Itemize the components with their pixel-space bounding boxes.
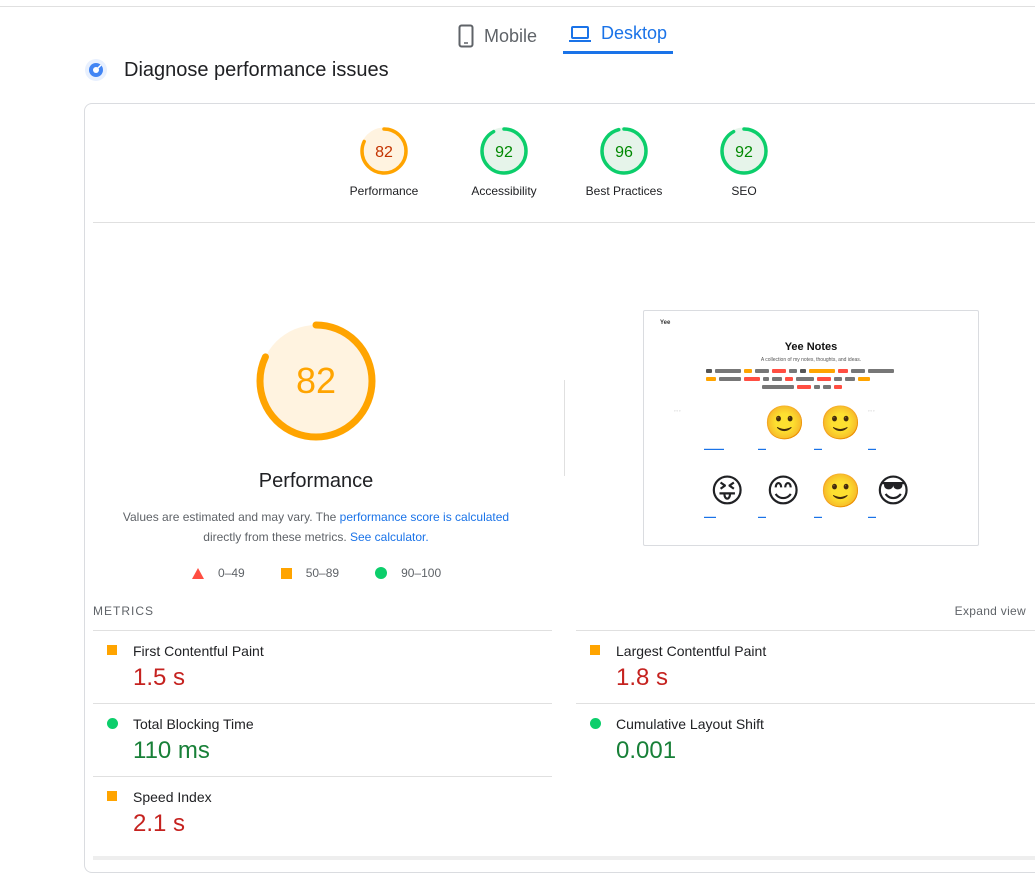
screenshot-card-text-8: ▬▬ [868,514,876,519]
gauge-accessibility-ring: 92 [480,127,528,175]
legend-pass: 90–100 [375,566,441,580]
legend-fail: 0–49 [192,566,245,580]
gauge-performance-ring: 82 [360,127,408,175]
category-gauges: 82 Performance 92 Accessibility 96 Best … [324,126,804,198]
gauge-best-practices[interactable]: 96 Best Practices [564,126,684,198]
metric-value: 1.8 s [616,664,669,691]
square-icon [107,645,117,655]
square-icon [280,567,292,579]
metric-name: Largest Contentful Paint [616,643,767,659]
section-header: Diagnose performance issues [84,58,389,82]
screenshot-tags-row-1 [706,369,922,373]
metric-total-blocking-time: Total Blocking Time 110 ms [93,716,552,776]
legend-average: 50–89 [280,566,340,580]
metric-name: First Contentful Paint [133,643,264,659]
metric-value: 1.5 s [133,664,186,691]
metric-name: Speed Index [133,789,212,805]
top-divider [0,6,1035,7]
metrics-divider-left-2 [93,703,552,704]
screenshot-card-text-2: ▬▬ [758,446,766,451]
square-icon [107,791,117,801]
page-title: Diagnose performance issues [124,58,389,81]
metrics-divider-left-1 [93,630,552,631]
tab-mobile-label: Mobile [484,25,538,46]
screenshot-tags-row-3 [762,385,882,389]
performance-main-score: 82 [296,360,336,401]
screenshot-broken-image-2: ▫ ▫ ▫ [868,408,875,413]
tab-desktop-label: Desktop [601,23,668,43]
score-note: Values are estimated and may vary. The p… [110,507,522,547]
gauge-divider [93,222,1035,223]
gauge-accessibility-label: Accessibility [471,184,537,198]
metric-name: Cumulative Layout Shift [616,716,764,732]
screenshot-card-text-1: ▬▬▬▬▬ [704,446,724,451]
gauge-performance-label: Performance [349,184,419,198]
screenshot-card-text-5: ▬▬▬ [704,514,716,519]
screenshot-emoji-5: 🙂 [820,472,862,509]
metrics-divider-left-3 [93,776,552,777]
circle-icon [590,718,601,729]
metric-speed-index: Speed Index 2.1 s [93,789,552,849]
gauge-seo-ring: 92 [720,127,768,175]
gauge-performance[interactable]: 82 Performance [324,126,444,198]
metric-value: 2.1 s [133,810,186,837]
screenshot-title: Yee Notes [784,341,838,353]
screenshot-card-text-7: ▬▬ [814,514,822,519]
circle-icon [375,567,388,579]
gauge-best-practices-label: Best Practices [585,184,663,198]
gauge-seo-label: SEO [731,184,757,198]
tab-desktop[interactable]: Desktop [563,16,674,54]
legend-pass-label: 90–100 [401,566,442,580]
triangle-icon [192,567,204,579]
laptop-icon [569,25,592,42]
gauge-seo-score: 92 [735,144,753,161]
legend-average-label: 50–89 [305,566,340,580]
gauge-best-practices-score: 96 [615,144,633,161]
gauge-performance-score: 82 [375,144,393,161]
gauge-seo[interactable]: 92 SEO [684,126,804,198]
score-legend: 0–49 50–89 90–100 [192,566,477,580]
expand-view-toggle[interactable]: Expand view [955,604,1026,618]
phone-icon [458,24,474,48]
gauge-accessibility[interactable]: 92 Accessibility [444,126,564,198]
square-icon [590,645,600,655]
note-text-2: directly from these metrics. [203,530,350,544]
screenshot-card-text-4: ▬▬ [868,446,876,451]
metrics-divider-right-1 [576,630,1035,631]
performance-score-link[interactable]: performance score is calculated [340,510,509,524]
bottom-divider [93,856,1035,860]
performance-main-gauge: 82 [256,321,376,441]
screenshot-emoji-3: 😝 [710,472,745,509]
note-text-1: Values are estimated and may vary. The [122,510,340,524]
gauge-best-practices-ring: 96 [600,127,648,175]
metrics-divider-right-2 [576,703,1035,704]
calculator-link[interactable]: See calculator. [350,530,429,544]
metric-name: Total Blocking Time [133,716,254,732]
metric-value: 0.001 [616,737,677,764]
screenshot-emoji-4: 😊 [766,472,801,509]
device-tabs: Mobile Desktop [452,16,674,56]
screenshot-card-text-3: ▬▬ [814,446,822,451]
screenshot-brand: Yee [660,320,671,326]
screenshot-broken-image: ▫ ▫ ▫ [674,408,681,413]
tab-mobile[interactable]: Mobile [452,16,543,56]
screenshot-card-text-6: ▬▬ [758,514,766,519]
screenshot-subtitle: A collection of my notes, thoughts, and … [760,357,862,363]
metric-value: 110 ms [133,737,210,764]
circle-icon [107,718,118,729]
vertical-divider [564,380,565,476]
metric-first-contentful-paint: First Contentful Paint 1.5 s [93,643,552,703]
page-screenshot[interactable]: Yee Yee Notes A collection of my notes, … [643,310,979,546]
metric-largest-contentful-paint: Largest Contentful Paint 1.8 s [576,643,1035,703]
screenshot-emoji-6: 😎 [876,472,911,509]
legend-fail-label: 0–49 [218,566,245,580]
metrics-header: METRICS [93,604,154,618]
screenshot-emoji-2: 🙂 [820,404,862,441]
screenshot-emoji-1: 🙂 [764,404,806,441]
performance-main-title: Performance [258,470,374,492]
screenshot-tags-row-2 [706,377,922,381]
metric-cumulative-layout-shift: Cumulative Layout Shift 0.001 [576,716,1035,776]
lighthouse-icon [85,59,107,81]
gauge-accessibility-score: 92 [495,144,513,161]
